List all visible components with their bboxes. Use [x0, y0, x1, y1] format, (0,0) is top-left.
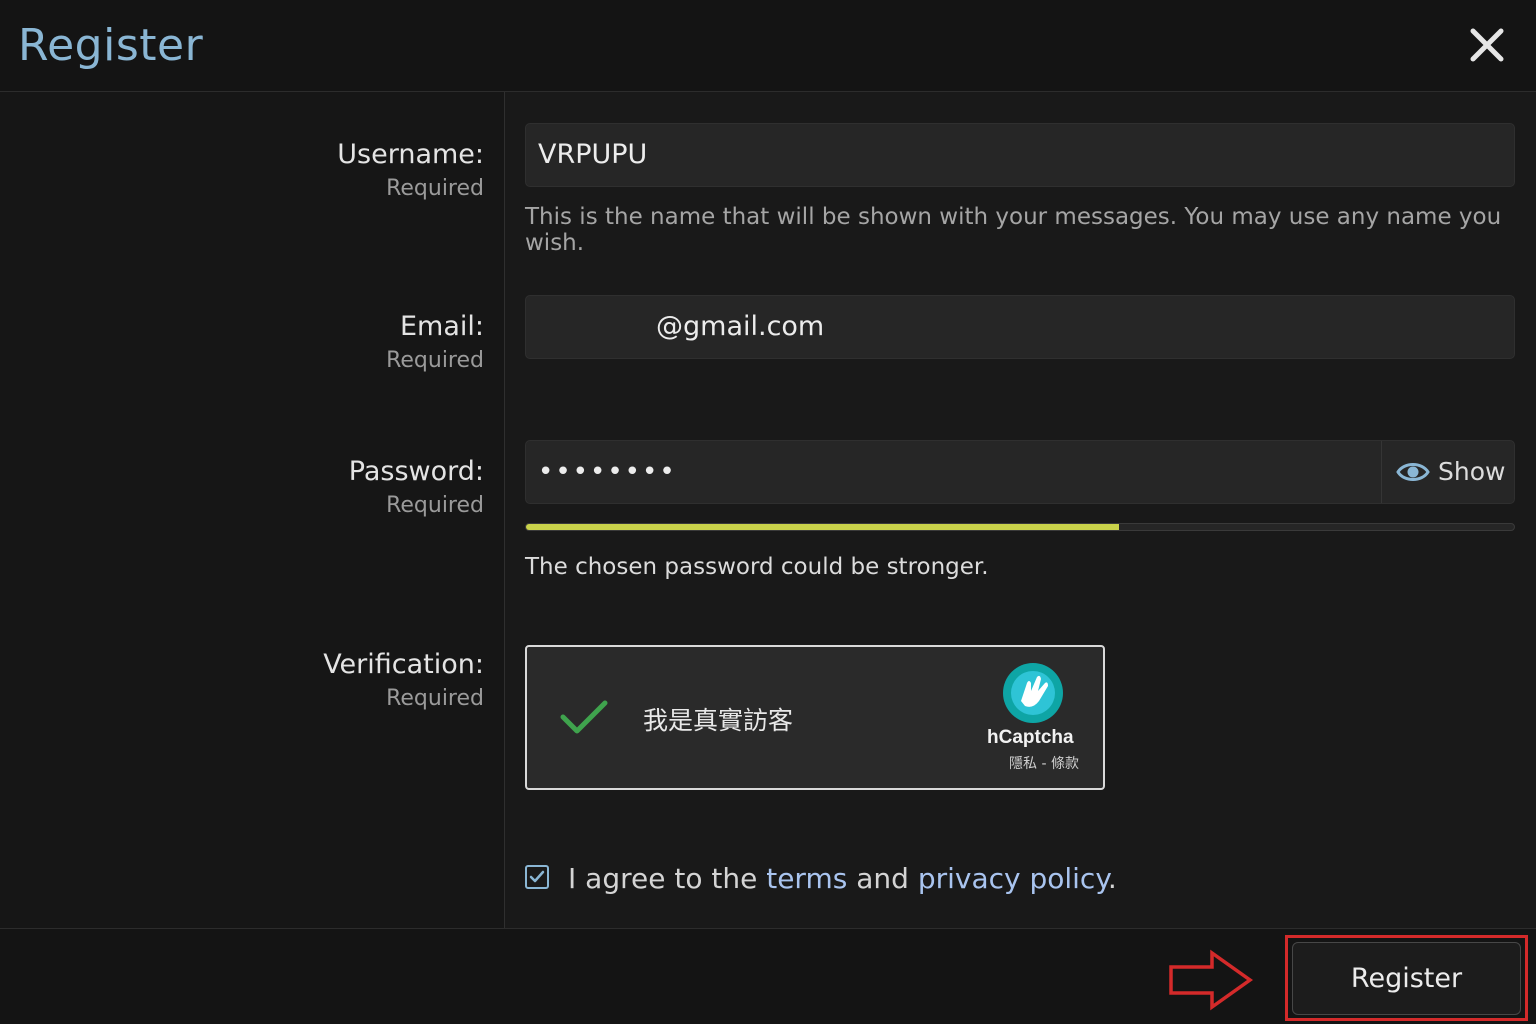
checkbox-check-icon: [529, 870, 545, 883]
hcaptcha-logo-icon: [1001, 661, 1065, 729]
password-strength-message: The chosen password could be stronger.: [525, 554, 989, 580]
username-label-block: Username: Required: [337, 138, 484, 206]
password-label-block: Password: Required: [349, 455, 484, 523]
close-icon[interactable]: [1464, 22, 1510, 68]
verification-required: Required: [386, 686, 484, 711]
dialog-title: Register: [18, 20, 204, 71]
email-label-block: Email: Required: [386, 310, 484, 378]
right-arrow-icon: [1168, 949, 1254, 1015]
captcha-brand: hCaptcha: [987, 727, 1074, 748]
privacy-policy-link[interactable]: privacy policy: [918, 862, 1108, 895]
email-input[interactable]: @gmail.com: [525, 295, 1515, 359]
captcha-label: 我是真實訪客: [643, 706, 794, 735]
agreement-prefix: I agree to the: [568, 862, 758, 895]
verification-label: Verification:: [323, 649, 484, 680]
password-label: Password:: [348, 456, 484, 487]
username-required: Required: [386, 176, 484, 201]
password-input[interactable]: ••••••••: [538, 457, 677, 487]
agreement-text: I agree to the terms and privacy policy.: [568, 862, 1117, 895]
username-hint: This is the name that will be shown with…: [525, 204, 1502, 256]
register-dialog: Register Username: Required Email: Requi…: [0, 0, 1536, 1024]
terms-link[interactable]: terms: [766, 862, 847, 895]
captcha-links[interactable]: 隱私 - 條款: [1009, 753, 1079, 773]
agree-checkbox[interactable]: [525, 865, 549, 889]
checkmark-icon: [560, 700, 608, 734]
eye-icon: [1396, 463, 1430, 481]
email-label: Email:: [399, 311, 484, 342]
verification-label-block: Verification: Required: [323, 648, 484, 716]
username-input[interactable]: VRPUPU: [525, 123, 1515, 187]
show-password-label: Show: [1438, 457, 1506, 486]
email-required: Required: [386, 348, 484, 373]
agreement-and: and: [856, 862, 909, 895]
dialog-footer: Register: [0, 928, 1536, 1024]
captcha-checkbox[interactable]: [559, 697, 609, 741]
label-column: Username: Required Email: Required Passw…: [0, 92, 505, 928]
password-required: Required: [386, 493, 484, 518]
form-body: Username: Required Email: Required Passw…: [0, 92, 1536, 928]
hcaptcha-widget: 我是真實訪客 hCaptcha 隱私 - 條款: [525, 645, 1105, 790]
register-button[interactable]: Register: [1292, 942, 1521, 1015]
show-password-button[interactable]: Show: [1381, 441, 1514, 503]
password-strength-meter: [525, 523, 1515, 531]
agreement-suffix: .: [1107, 862, 1117, 895]
username-label: Username:: [337, 139, 484, 170]
password-field: •••••••• Show: [525, 440, 1515, 504]
dialog-header: Register: [0, 0, 1536, 92]
password-strength-fill: [526, 524, 1119, 530]
